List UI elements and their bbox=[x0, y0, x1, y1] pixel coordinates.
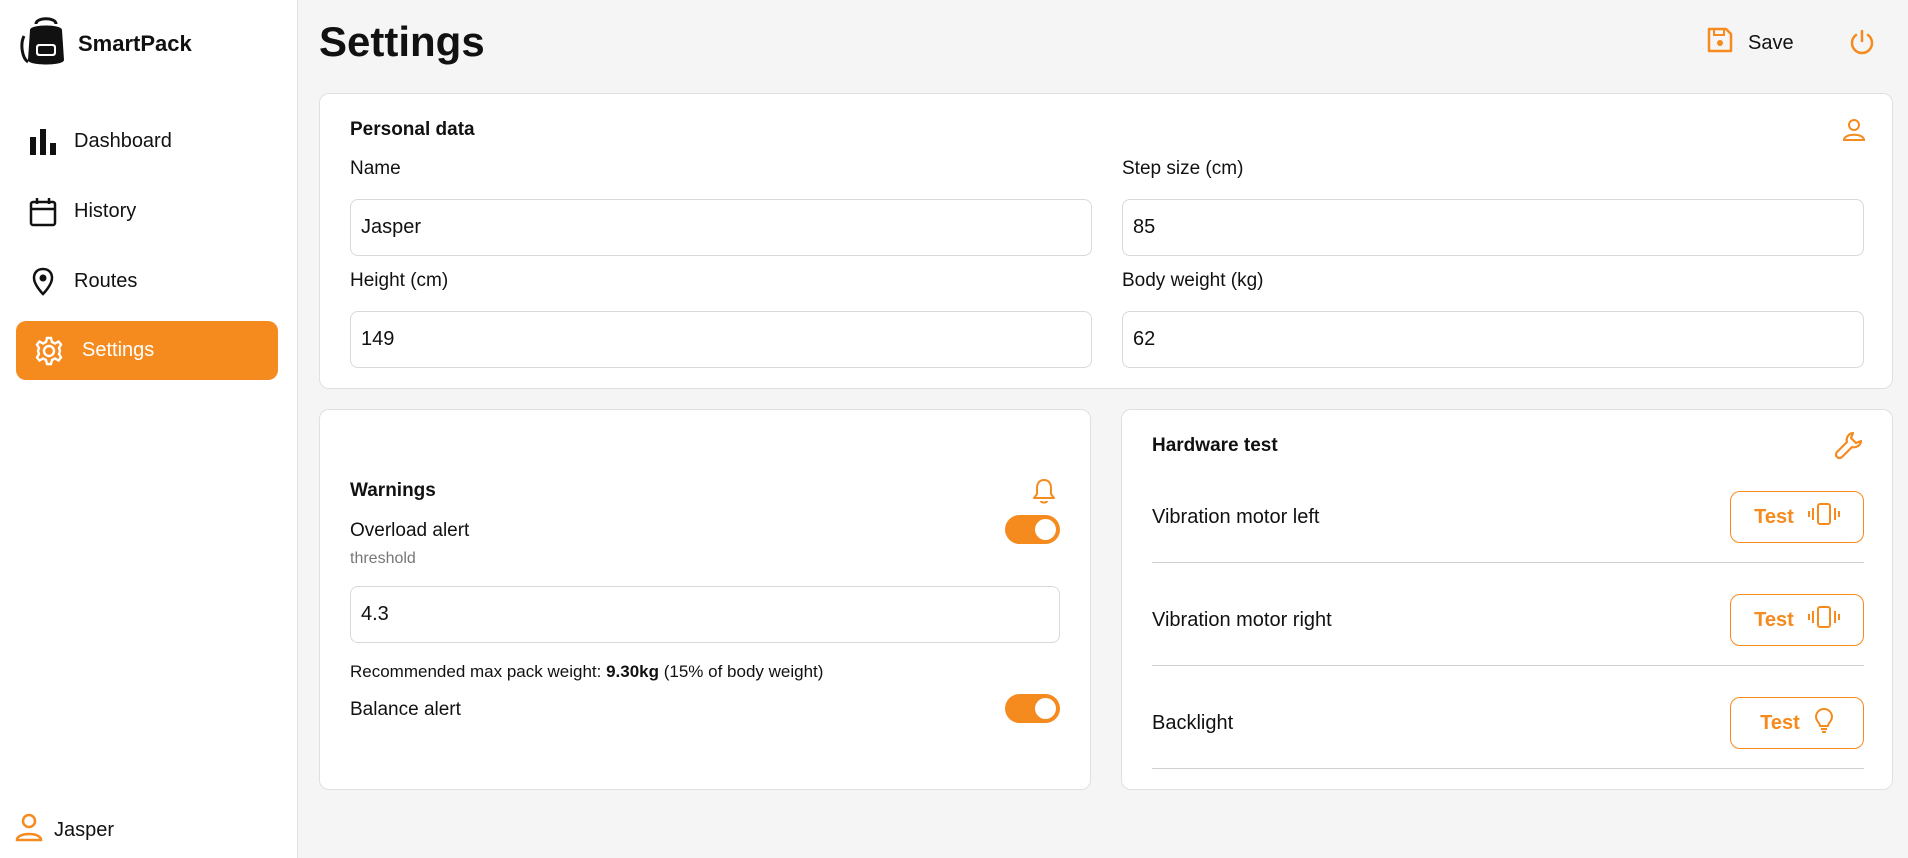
test-label: Test bbox=[1760, 711, 1800, 734]
balance-alert-toggle[interactable] bbox=[1005, 694, 1060, 723]
sidebar-item-settings[interactable]: Settings bbox=[16, 321, 278, 380]
gear-icon bbox=[32, 334, 66, 368]
sidebar-item-routes[interactable]: Routes bbox=[16, 252, 278, 311]
save-button[interactable]: Save bbox=[1706, 26, 1794, 60]
user-icon bbox=[1842, 118, 1866, 147]
vibrate-icon bbox=[1807, 605, 1840, 635]
test-label: Test bbox=[1754, 505, 1794, 528]
wrench-icon bbox=[1834, 430, 1864, 465]
power-icon bbox=[1848, 29, 1876, 60]
test-vibration-right-button[interactable]: Test bbox=[1730, 594, 1864, 646]
warnings-title: Warnings bbox=[350, 480, 436, 501]
sidebar-item-label: Routes bbox=[74, 270, 138, 292]
recommended-value: 9.30kg bbox=[606, 662, 659, 681]
personal-data-title: Personal data bbox=[350, 119, 475, 140]
name-input[interactable] bbox=[350, 199, 1092, 256]
sidebar-item-label: Settings bbox=[82, 339, 155, 361]
hardware-test-title: Hardware test bbox=[1152, 435, 1278, 456]
step-size-input[interactable] bbox=[1122, 199, 1864, 256]
sidebar-item-label: History bbox=[74, 200, 137, 222]
test-vibration-left-button[interactable]: Test bbox=[1730, 491, 1864, 543]
backpack-icon bbox=[20, 14, 72, 73]
map-pin-icon bbox=[26, 265, 60, 299]
body-weight-label: Body weight (kg) bbox=[1122, 270, 1264, 291]
threshold-input[interactable] bbox=[350, 586, 1060, 643]
calendar-icon bbox=[26, 195, 60, 229]
sidebar-item-dashboard[interactable]: Dashboard bbox=[16, 112, 278, 171]
hardware-row-label: Backlight bbox=[1152, 712, 1234, 734]
recommended-prefix: Recommended max pack weight: bbox=[350, 662, 607, 681]
hardware-test-card: Hardware test Vibration motor left Test … bbox=[1121, 409, 1893, 790]
row-divider bbox=[1152, 665, 1864, 666]
test-label: Test bbox=[1754, 608, 1794, 631]
save-label: Save bbox=[1748, 31, 1794, 54]
logout-button[interactable] bbox=[1848, 28, 1876, 61]
app-name: SmartPack bbox=[78, 30, 192, 56]
hardware-row-label: Vibration motor left bbox=[1152, 506, 1320, 528]
name-label: Name bbox=[350, 158, 401, 179]
sidebar: SmartPack Dashboard History Routes Setti… bbox=[0, 0, 298, 858]
body-weight-input[interactable] bbox=[1122, 311, 1864, 368]
row-divider bbox=[1152, 768, 1864, 769]
user-name: Jasper bbox=[54, 818, 115, 841]
height-label: Height (cm) bbox=[350, 270, 449, 291]
personal-data-card: Personal data Name Step size (cm) Height… bbox=[319, 93, 1893, 389]
toggle-knob bbox=[1035, 698, 1056, 719]
balance-alert-label: Balance alert bbox=[350, 699, 461, 720]
hardware-row-label: Vibration motor right bbox=[1152, 609, 1332, 631]
test-backlight-button[interactable]: Test bbox=[1730, 697, 1864, 749]
floppy-disk-icon bbox=[1706, 26, 1734, 60]
recommended-suffix: (15% of body weight) bbox=[659, 662, 824, 681]
overload-alert-label: Overload alert bbox=[350, 520, 470, 541]
step-size-label: Step size (cm) bbox=[1122, 158, 1244, 179]
sidebar-item-history[interactable]: History bbox=[16, 182, 278, 241]
overload-alert-toggle[interactable] bbox=[1005, 515, 1060, 544]
bar-chart-icon bbox=[26, 125, 60, 159]
threshold-label: threshold bbox=[350, 550, 416, 567]
toggle-knob bbox=[1035, 519, 1056, 540]
sidebar-item-label: Dashboard bbox=[74, 130, 172, 152]
user-icon bbox=[14, 812, 44, 848]
row-divider bbox=[1152, 562, 1864, 563]
page-title: Settings bbox=[319, 18, 485, 65]
warnings-card: Warnings Overload alert threshold Recomm… bbox=[319, 409, 1091, 790]
vibrate-icon bbox=[1807, 502, 1840, 532]
app-logo[interactable]: SmartPack bbox=[20, 14, 192, 73]
height-input[interactable] bbox=[350, 311, 1092, 368]
lightbulb-icon bbox=[1814, 707, 1834, 739]
recommended-weight-text: Recommended max pack weight: 9.30kg (15%… bbox=[350, 662, 823, 682]
user-profile[interactable]: Jasper bbox=[14, 812, 114, 848]
bell-icon bbox=[1032, 477, 1056, 510]
